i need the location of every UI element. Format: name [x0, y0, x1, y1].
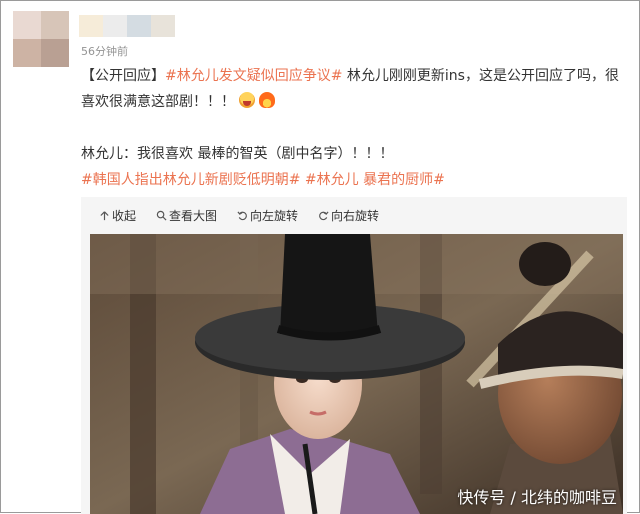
post-body-line1: 林允儿刚刚更新ins，这是公开回应了吗，很 — [342, 68, 619, 84]
view-large-button[interactable]: 查看大图 — [156, 207, 217, 224]
rotate-right-label: 向右旋转 — [331, 208, 380, 223]
avatar[interactable] — [13, 11, 69, 67]
fire-emoji-icon — [259, 92, 275, 108]
hashtag-link[interactable]: #林允儿 暴君的厨师# — [305, 172, 445, 188]
post-text: 【公开回应】#林允儿发文疑似回应争议# 林允儿刚刚更新ins，这是公开回应了吗，… — [81, 63, 626, 193]
watermark-text: 快传号 / 北纬的咖啡豆 — [457, 488, 617, 507]
post-prefix: 【公开回应】 — [81, 68, 165, 84]
media-viewer: 收起 查看大图 向左旋转 向右旋转 快传号 / 北纬的咖啡豆 — [81, 197, 627, 514]
arrow-up-icon — [100, 210, 109, 220]
photo-illustration — [90, 234, 623, 514]
rotate-right-button[interactable]: 向右旋转 — [318, 207, 379, 224]
rotate-left-label: 向左旋转 — [250, 208, 299, 223]
username-blurred[interactable] — [79, 15, 175, 37]
post-body-line3: 林允儿：我很喜欢 最棒的智英（剧中名字）！！！ — [81, 146, 394, 162]
magnifier-icon — [156, 210, 167, 221]
collapse-label: 收起 — [112, 208, 137, 223]
post-timestamp[interactable]: 56分钟前 — [81, 43, 128, 59]
post-body-line2: 喜欢很满意这部剧！！！ — [81, 94, 235, 110]
view-large-label: 查看大图 — [169, 208, 218, 223]
crying-face-emoji-icon — [239, 92, 255, 108]
hashtag-link[interactable]: #林允儿发文疑似回应争议# — [165, 68, 342, 84]
weibo-post-card: 56分钟前 【公开回应】#林允儿发文疑似回应争议# 林允儿刚刚更新ins，这是公… — [0, 0, 640, 514]
rotate-left-icon — [237, 210, 247, 220]
rotate-right-icon — [319, 210, 329, 220]
hashtag-link[interactable]: #韩国人指出林允儿新剧贬低明朝# — [81, 172, 300, 188]
media-toolbar: 收起 查看大图 向左旋转 向右旋转 — [81, 197, 627, 233]
collapse-button[interactable]: 收起 — [99, 207, 136, 224]
drama-still-photo[interactable]: 快传号 / 北纬的咖啡豆 — [90, 234, 623, 514]
rotate-left-button[interactable]: 向左旋转 — [237, 207, 298, 224]
